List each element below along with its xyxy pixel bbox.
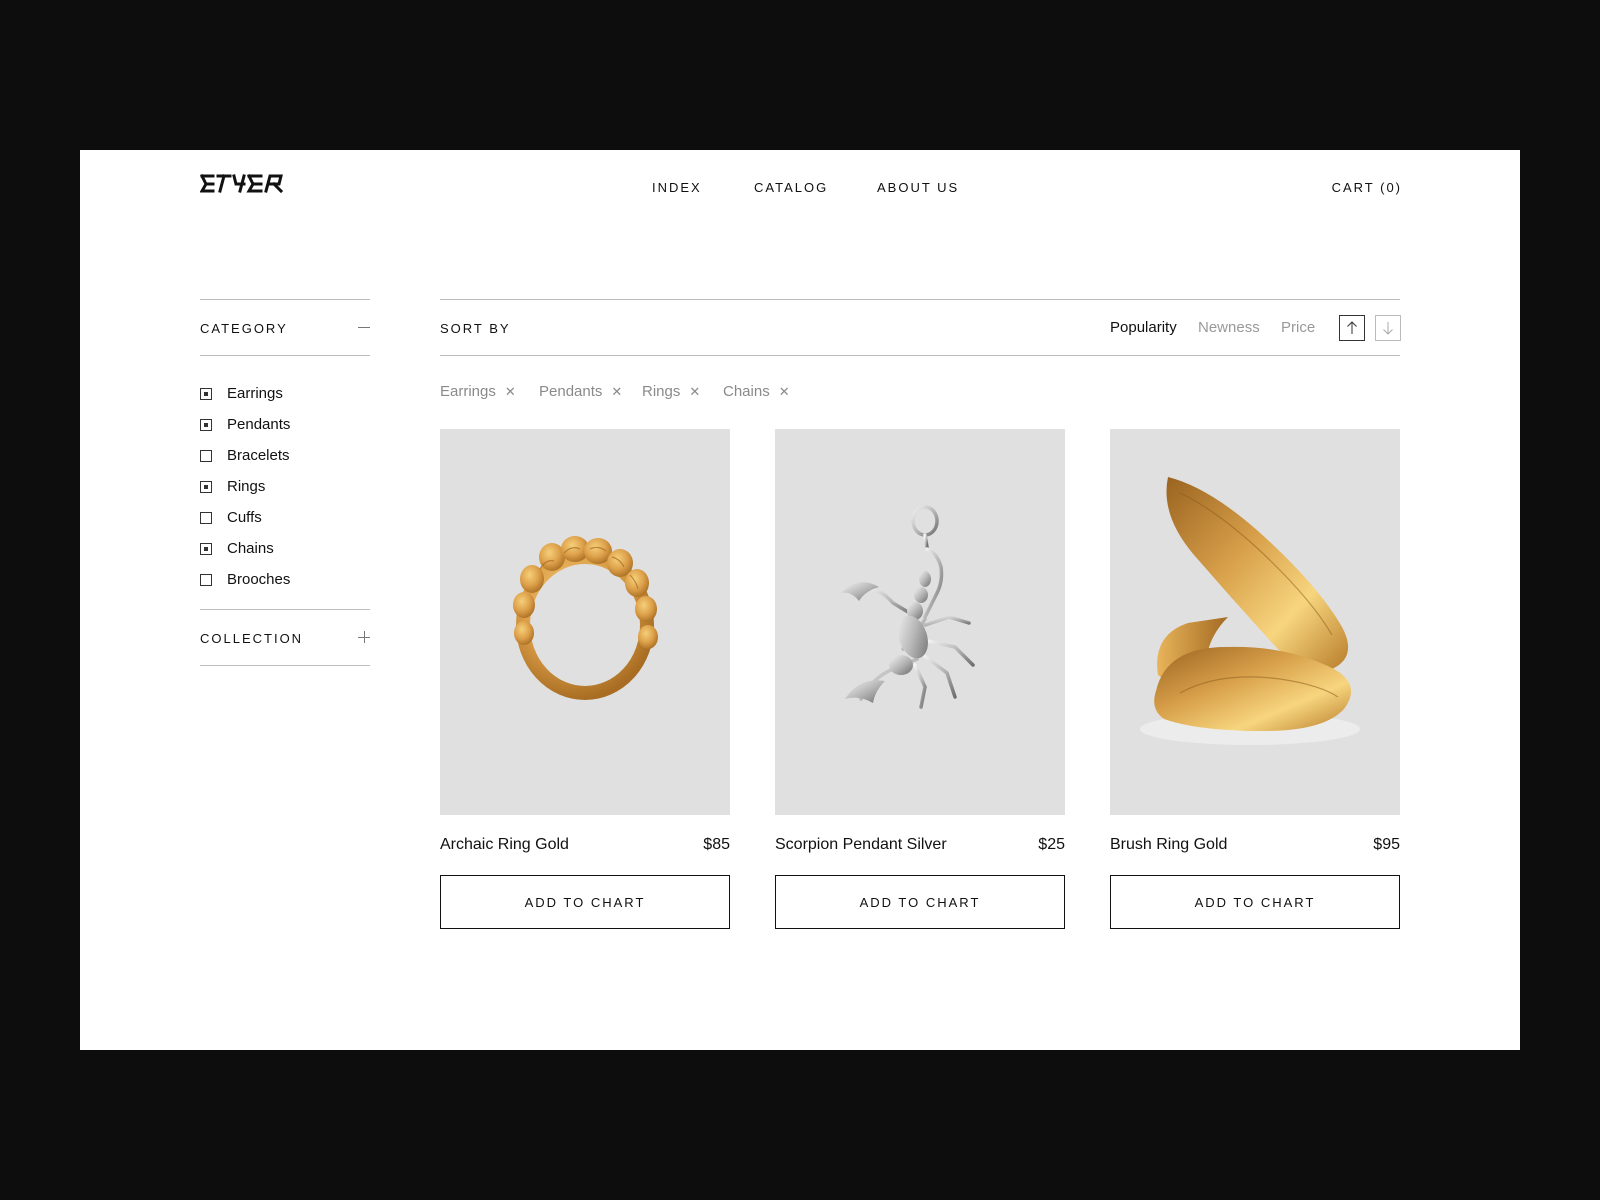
main-nav: INDEX CATALOG ABOUT US (80, 180, 1520, 200)
collapse-minus-icon[interactable] (358, 321, 370, 333)
product-image[interactable] (775, 429, 1065, 815)
product-card: Brush Ring Gold $95 ADD TO CHART (1110, 429, 1400, 929)
checkbox-unchecked[interactable] (200, 449, 212, 462)
checkbox-unchecked[interactable] (200, 511, 212, 524)
sort-option-newness[interactable]: Newness (1198, 319, 1260, 336)
active-filter-chips: Earrings ✕ Pendants ✕ Rings ✕ Chains ✕ (440, 383, 1400, 403)
arrow-up-icon (1347, 321, 1357, 334)
category-item-rings[interactable]: Rings (200, 471, 370, 502)
arrow-down-icon (1383, 322, 1393, 335)
category-item-label: Chains (227, 540, 274, 557)
category-filter-header[interactable]: CATEGORY (200, 299, 370, 356)
nav-index[interactable]: INDEX (652, 180, 702, 195)
add-to-cart-button[interactable]: ADD TO CHART (1110, 875, 1400, 929)
filter-chip-pendants[interactable]: Pendants ✕ (539, 383, 622, 400)
product-name[interactable]: Archaic Ring Gold (440, 836, 569, 854)
category-item-label: Earrings (227, 385, 283, 402)
category-item-brooches[interactable]: Brooches (200, 564, 370, 595)
product-info: Archaic Ring Gold $85 (440, 815, 730, 875)
checkbox-checked[interactable] (200, 480, 212, 493)
product-grid: Archaic Ring Gold $85 ADD TO CHART Scorp… (440, 429, 1400, 939)
sort-option-price[interactable]: Price (1281, 319, 1315, 336)
product-name[interactable]: Scorpion Pendant Silver (775, 836, 947, 854)
sort-by-label: SORT BY (440, 321, 511, 336)
filter-sidebar: CATEGORY Earrings Pendants Bracelets Rin… (200, 299, 370, 666)
close-icon[interactable]: ✕ (611, 384, 622, 400)
cart-link[interactable]: CART (0) (1332, 180, 1402, 195)
filter-chip-earrings[interactable]: Earrings ✕ (440, 383, 516, 400)
collection-filter-title: COLLECTION (200, 631, 304, 646)
category-filter-title: CATEGORY (200, 321, 288, 336)
filter-chip-label: Chains (723, 383, 770, 400)
product-name[interactable]: Brush Ring Gold (1110, 836, 1227, 854)
close-icon[interactable]: ✕ (505, 384, 516, 400)
add-to-cart-button[interactable]: ADD TO CHART (775, 875, 1065, 929)
collection-filter-header[interactable]: COLLECTION (200, 609, 370, 666)
category-list: Earrings Pendants Bracelets Rings Cuffs … (200, 356, 370, 609)
category-item-chains[interactable]: Chains (200, 533, 370, 564)
category-item-cuffs[interactable]: Cuffs (200, 502, 370, 533)
close-icon[interactable]: ✕ (689, 384, 700, 400)
silver-scorpion-pendant-image (841, 505, 975, 709)
category-item-earrings[interactable]: Earrings (200, 378, 370, 409)
expand-plus-icon[interactable] (358, 631, 370, 643)
category-item-label: Cuffs (227, 509, 262, 526)
category-item-label: Bracelets (227, 447, 290, 464)
category-item-pendants[interactable]: Pendants (200, 409, 370, 440)
filter-chip-chains[interactable]: Chains ✕ (723, 383, 790, 400)
category-item-label: Rings (227, 478, 266, 495)
catalog-main: SORT BY Popularity Newness Price Earring… (440, 299, 1401, 929)
category-item-label: Pendants (227, 416, 291, 433)
category-item-bracelets[interactable]: Bracelets (200, 440, 370, 471)
checkbox-checked[interactable] (200, 418, 212, 431)
filter-chip-label: Earrings (440, 383, 496, 400)
add-to-cart-button[interactable]: ADD TO CHART (440, 875, 730, 929)
product-price: $25 (1038, 836, 1065, 853)
category-item-label: Brooches (227, 571, 291, 588)
product-info: Scorpion Pendant Silver $25 (775, 815, 1065, 875)
sort-option-popularity[interactable]: Popularity (1110, 319, 1177, 336)
product-price: $85 (703, 836, 730, 853)
checkbox-checked[interactable] (200, 387, 212, 400)
close-icon[interactable]: ✕ (779, 384, 790, 400)
product-price: $95 (1373, 836, 1400, 853)
product-image[interactable] (1110, 429, 1400, 815)
filter-chip-rings[interactable]: Rings ✕ (642, 383, 700, 400)
gold-brush-ring-image (1140, 477, 1360, 745)
nav-about-us[interactable]: ABOUT US (877, 180, 959, 195)
gold-twisted-ring-image (513, 536, 658, 700)
product-card: Scorpion Pendant Silver $25 ADD TO CHART (775, 429, 1065, 929)
nav-catalog[interactable]: CATALOG (754, 180, 828, 195)
sort-bar: SORT BY Popularity Newness Price (440, 299, 1401, 356)
checkbox-checked[interactable] (200, 542, 212, 555)
sort-ascending-button[interactable] (1339, 315, 1365, 341)
product-card: Archaic Ring Gold $85 ADD TO CHART (440, 429, 730, 929)
sort-descending-button[interactable] (1375, 315, 1401, 341)
checkbox-unchecked[interactable] (200, 573, 212, 586)
product-info: Brush Ring Gold $95 (1110, 815, 1400, 875)
page: INDEX CATALOG ABOUT US CART (0) CATEGORY… (80, 150, 1520, 1050)
filter-chip-label: Rings (642, 383, 681, 400)
product-image[interactable] (440, 429, 730, 815)
filter-chip-label: Pendants (539, 383, 603, 400)
